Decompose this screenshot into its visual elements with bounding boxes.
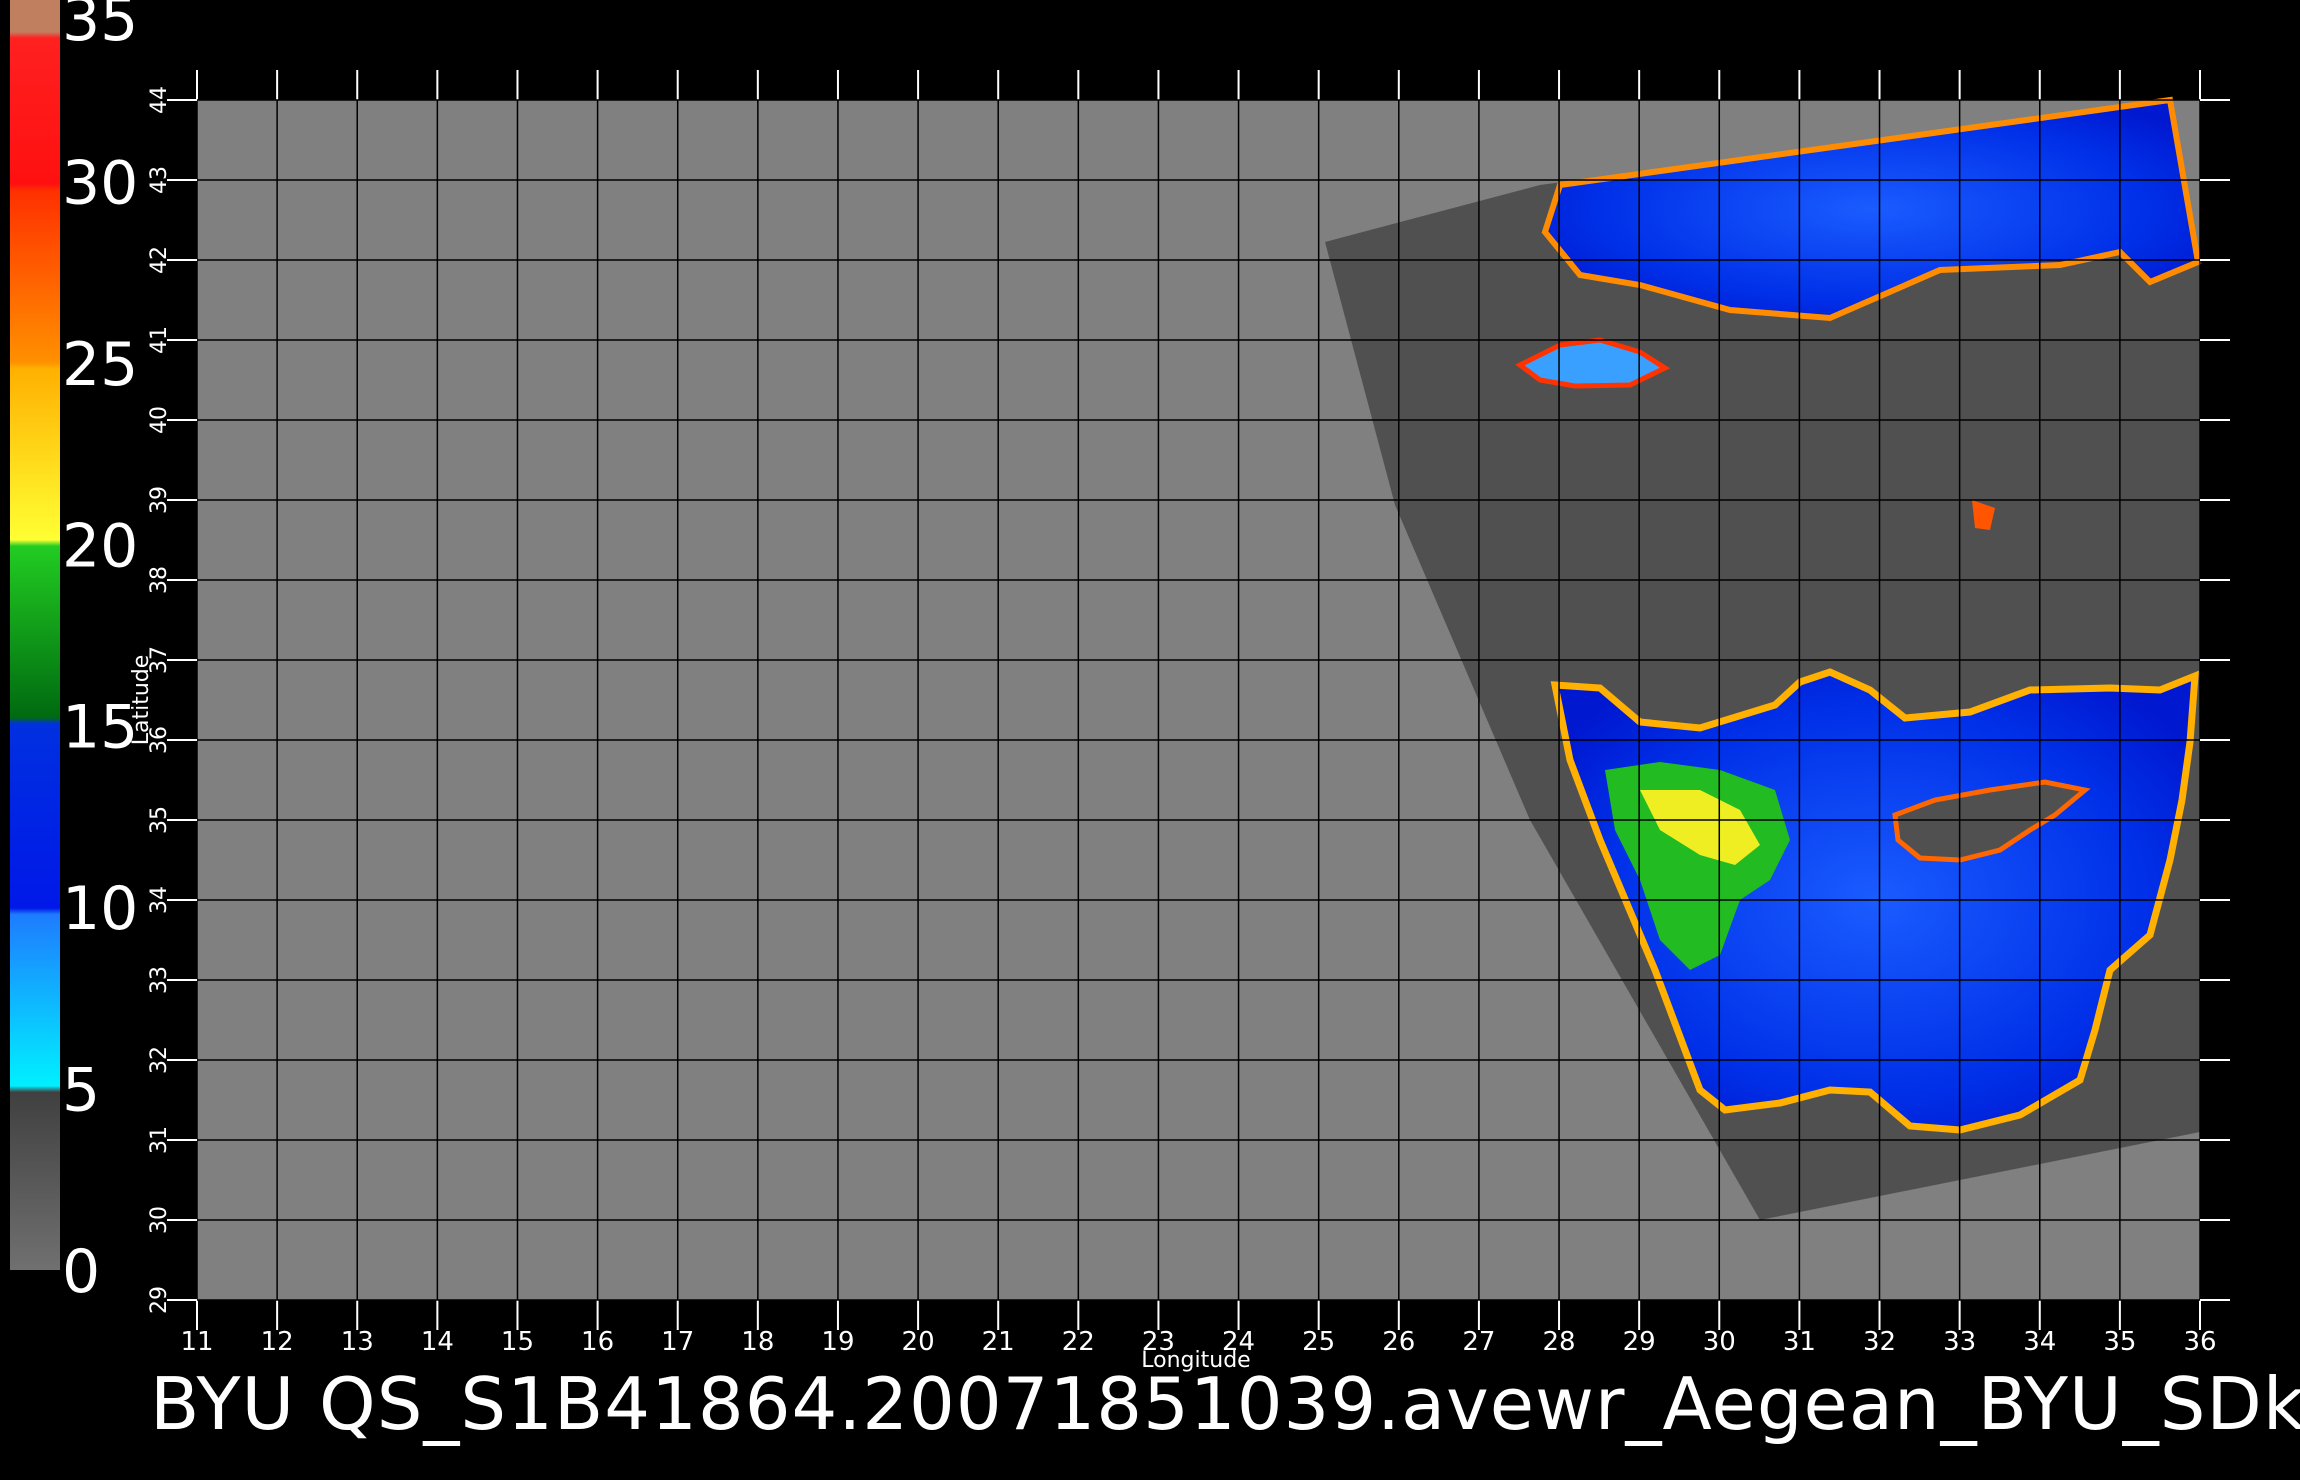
latitude-tick-label: 33	[147, 966, 172, 994]
latitude-tick-label: 32	[147, 1046, 172, 1074]
longitude-tick-label: 26	[1382, 1327, 1415, 1357]
latitude-tick-label: 38	[147, 566, 172, 594]
y-axis-label: Latitude	[129, 655, 154, 746]
longitude-tick-label: 33	[1943, 1327, 1976, 1357]
longitude-tick-label: 17	[661, 1327, 694, 1357]
colorbar-label: 0	[62, 1237, 100, 1307]
colorbar-label: 10	[62, 874, 138, 944]
latitude-tick-label: 29	[147, 1286, 172, 1314]
longitude-tick-label: 14	[421, 1327, 454, 1357]
longitude-tick-label: 28	[1542, 1327, 1575, 1357]
latitude-tick-label: 40	[147, 406, 172, 434]
latitude-tick-label: 43	[147, 166, 172, 194]
latitude-tick-label: 35	[147, 806, 172, 834]
longitude-tick-label: 11	[180, 1327, 213, 1357]
longitude-tick-label: 25	[1302, 1327, 1335, 1357]
latitude-tick-label: 41	[147, 326, 172, 354]
longitude-tick-label: 21	[982, 1327, 1015, 1357]
latitude-tick-label: 44	[147, 86, 172, 114]
longitude-tick-label: 30	[1703, 1327, 1736, 1357]
longitude-tick-label: 36	[2183, 1327, 2216, 1357]
longitude-tick-label: 15	[501, 1327, 534, 1357]
colorbar-labels: 0 5 10 15 20 25 30 35	[62, 0, 138, 1307]
longitude-tick-label: 13	[341, 1327, 374, 1357]
latitude-tick-label: 31	[147, 1126, 172, 1154]
latitude-tick-label: 39	[147, 486, 172, 514]
longitude-tick-label: 34	[2023, 1327, 2056, 1357]
colorbar-label: 35	[62, 0, 138, 55]
colorbar-label: 5	[62, 1056, 100, 1126]
longitude-tick-label: 27	[1462, 1327, 1495, 1357]
latitude-tick-label: 42	[147, 246, 172, 274]
colorbar-label: 25	[62, 330, 138, 400]
map-figure: 0 5 10 15 20 25 30 35 11 12 13 14 15 16 17 18 19 20 21 22 2…	[10, 0, 2230, 1373]
latitude-tick-label: 34	[147, 886, 172, 914]
colorbar-label: 30	[62, 148, 138, 218]
colorbar-label: 20	[62, 511, 138, 581]
colorbar	[10, 0, 60, 1270]
longitude-tick-label: 32	[1863, 1327, 1896, 1357]
longitude-tick-label: 12	[261, 1327, 294, 1357]
longitude-tick-label: 29	[1623, 1327, 1656, 1357]
longitude-tick-label: 31	[1783, 1327, 1816, 1357]
longitude-tick-label: 22	[1062, 1327, 1095, 1357]
longitude-tick-label: 35	[2103, 1327, 2136, 1357]
colorbar-label: 15	[62, 693, 138, 763]
longitude-tick-label: 16	[581, 1327, 614, 1357]
longitude-tick-label: 18	[741, 1327, 774, 1357]
latitude-tick-label: 30	[147, 1206, 172, 1234]
longitude-tick-label: 19	[821, 1327, 854, 1357]
longitude-tick-label: 20	[902, 1327, 935, 1357]
image-title: BYU QS_S1B41864.20071851039.avewr_Aegean…	[150, 1362, 2300, 1446]
